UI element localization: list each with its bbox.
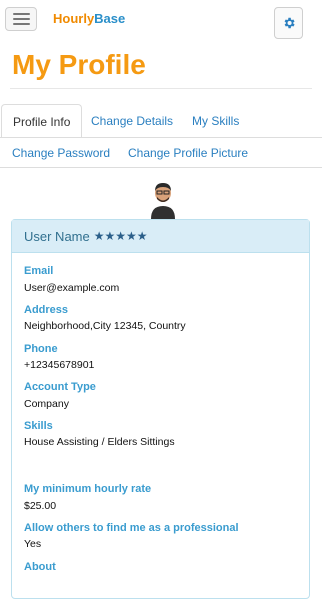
account-type-value: Company [24, 398, 69, 410]
findable-value: Yes [24, 538, 42, 550]
settings-button[interactable] [274, 7, 303, 39]
hourly-rate-value: $25.00 [24, 500, 57, 512]
findable-label: Allow others to find me as a professiona… [24, 522, 239, 534]
top-navbar: HourlyBase [0, 0, 322, 40]
tab-divider [0, 137, 322, 138]
brand-part2: Base [94, 11, 126, 26]
tab-divider [0, 167, 322, 168]
address-value: Neighborhood,City 12345, Country [24, 320, 186, 332]
hamburger-icon-bar [13, 13, 30, 15]
avatar [151, 183, 175, 219]
phone-value: +12345678901 [24, 359, 95, 371]
address-label: Address [24, 304, 69, 316]
tab-profile-info[interactable]: Profile Info [1, 104, 83, 138]
panel-header: User Name ★★★★★ [12, 220, 309, 253]
email-value: User@example.com [24, 282, 120, 294]
title-divider [10, 88, 312, 89]
profile-tabs: Profile Info Change Details My Skills Ch… [0, 102, 322, 168]
page-title: My Profile [12, 49, 146, 80]
menu-toggle-button[interactable] [5, 7, 37, 31]
about-label: About [24, 561, 56, 573]
skills-label: Skills [24, 420, 53, 432]
account-type-label: Account Type [24, 381, 96, 393]
brand-logo[interactable]: HourlyBase [53, 11, 125, 26]
tab-change-details[interactable]: Change Details [91, 114, 173, 128]
hourly-rate-label: My minimum hourly rate [24, 483, 152, 495]
phone-label: Phone [24, 343, 58, 355]
brand-part1: Hourly [53, 11, 95, 26]
username: User Name [24, 228, 90, 244]
skills-value: House Assisting / Elders Sittings [24, 436, 175, 448]
email-label: Email [24, 265, 54, 277]
profile-panel: User Name ★★★★★ Email User@example.com A… [11, 219, 310, 599]
hamburger-icon-bar [13, 23, 30, 25]
tab-my-skills[interactable]: My Skills [192, 114, 239, 128]
star-rating: ★★★★★ [93, 229, 148, 243]
tab-change-password[interactable]: Change Password [12, 146, 110, 160]
tab-change-profile-picture[interactable]: Change Profile Picture [128, 146, 248, 160]
hamburger-icon-bar [13, 18, 30, 20]
gear-icon [284, 17, 295, 29]
